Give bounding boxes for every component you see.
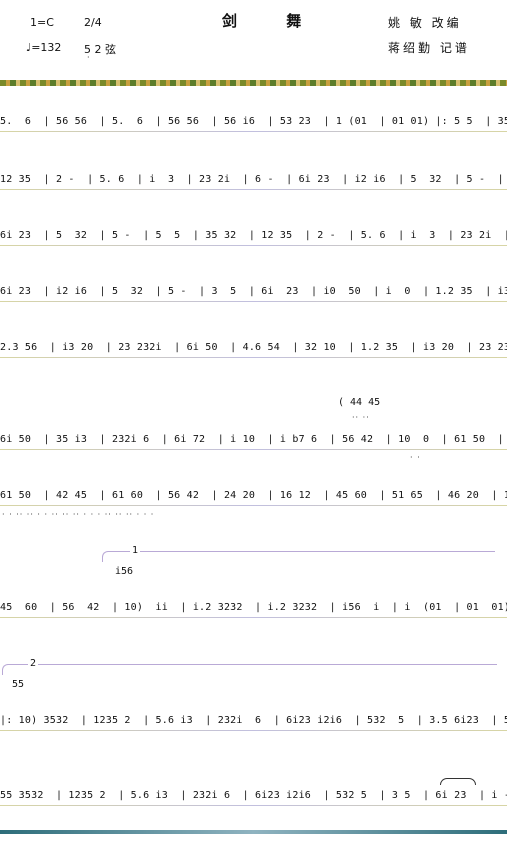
score-row-10: 55 3532 | 1235 2 | 5.6 i3 | 232i 6 | 6i2… [0, 786, 507, 806]
score-row-2: 12 35 | 2 - | 5. 6 | i 3 | 23 2i | 6 - |… [0, 170, 507, 190]
tempo-marking: ♩=132 [26, 41, 62, 54]
second-ending-bracket [2, 664, 497, 675]
song-title: 剑 舞 [222, 12, 324, 30]
row-6-dots: · · [410, 453, 421, 462]
row-7-dots: · · ·· ·· · · ·· ·· ·· · · · ·· ·· ·· · … [2, 510, 155, 519]
score-row-1: 5. 6 | 56 56 | 5. 6 | 56 56 | 56 i6 | 53… [0, 112, 507, 132]
score-row-9: |: 10) 3532 | 1235 2 | 5.6 i3 | 232i 6 |… [0, 711, 507, 731]
time-signature: 2/4 [84, 16, 102, 29]
decorative-bottom-border [0, 830, 507, 834]
decorative-top-border [0, 80, 507, 86]
arranger-credit: 姚 敏 改编 [388, 16, 462, 30]
score-row-4: 6i 23 | i2 i6 | 5 32 | 5 - | 3 5 | 6i 23… [0, 282, 507, 302]
score-row-8: 45 60 | 56 42 | 10) ii | i.2 3232 | i.2 … [0, 598, 507, 618]
second-ending-note: 55 [12, 679, 25, 690]
transcriber-credit: 蒋绍勤 记谱 [388, 41, 470, 55]
score-row-3: 6i 23 | 5 32 | 5 - | 5 5 | 35 32 | 12 35… [0, 226, 507, 246]
tuning-dot: · [87, 53, 91, 62]
key-signature: 1=C [30, 16, 54, 29]
first-ending-bracket [102, 551, 495, 562]
score-row-6: 6i 50 | 35 i3 | 232i 6 | 6i 72 | i 10 | … [0, 430, 507, 450]
first-ending-note: i56 [115, 566, 134, 577]
score-row-5: 2.3 56 | i3 20 | 23 232i | 6i 50 | 4.6 5… [0, 338, 507, 358]
first-ending-number: 1 [130, 545, 141, 557]
score-row-7: 61 50 | 42 45 | 61 60 | 56 42 | 24 20 | … [0, 486, 507, 506]
final-tie [440, 778, 476, 785]
paren-notes-dots: ·· ·· [352, 413, 370, 422]
second-ending-number: 2 [28, 658, 39, 670]
paren-notes: ( 44 45 [338, 397, 381, 408]
